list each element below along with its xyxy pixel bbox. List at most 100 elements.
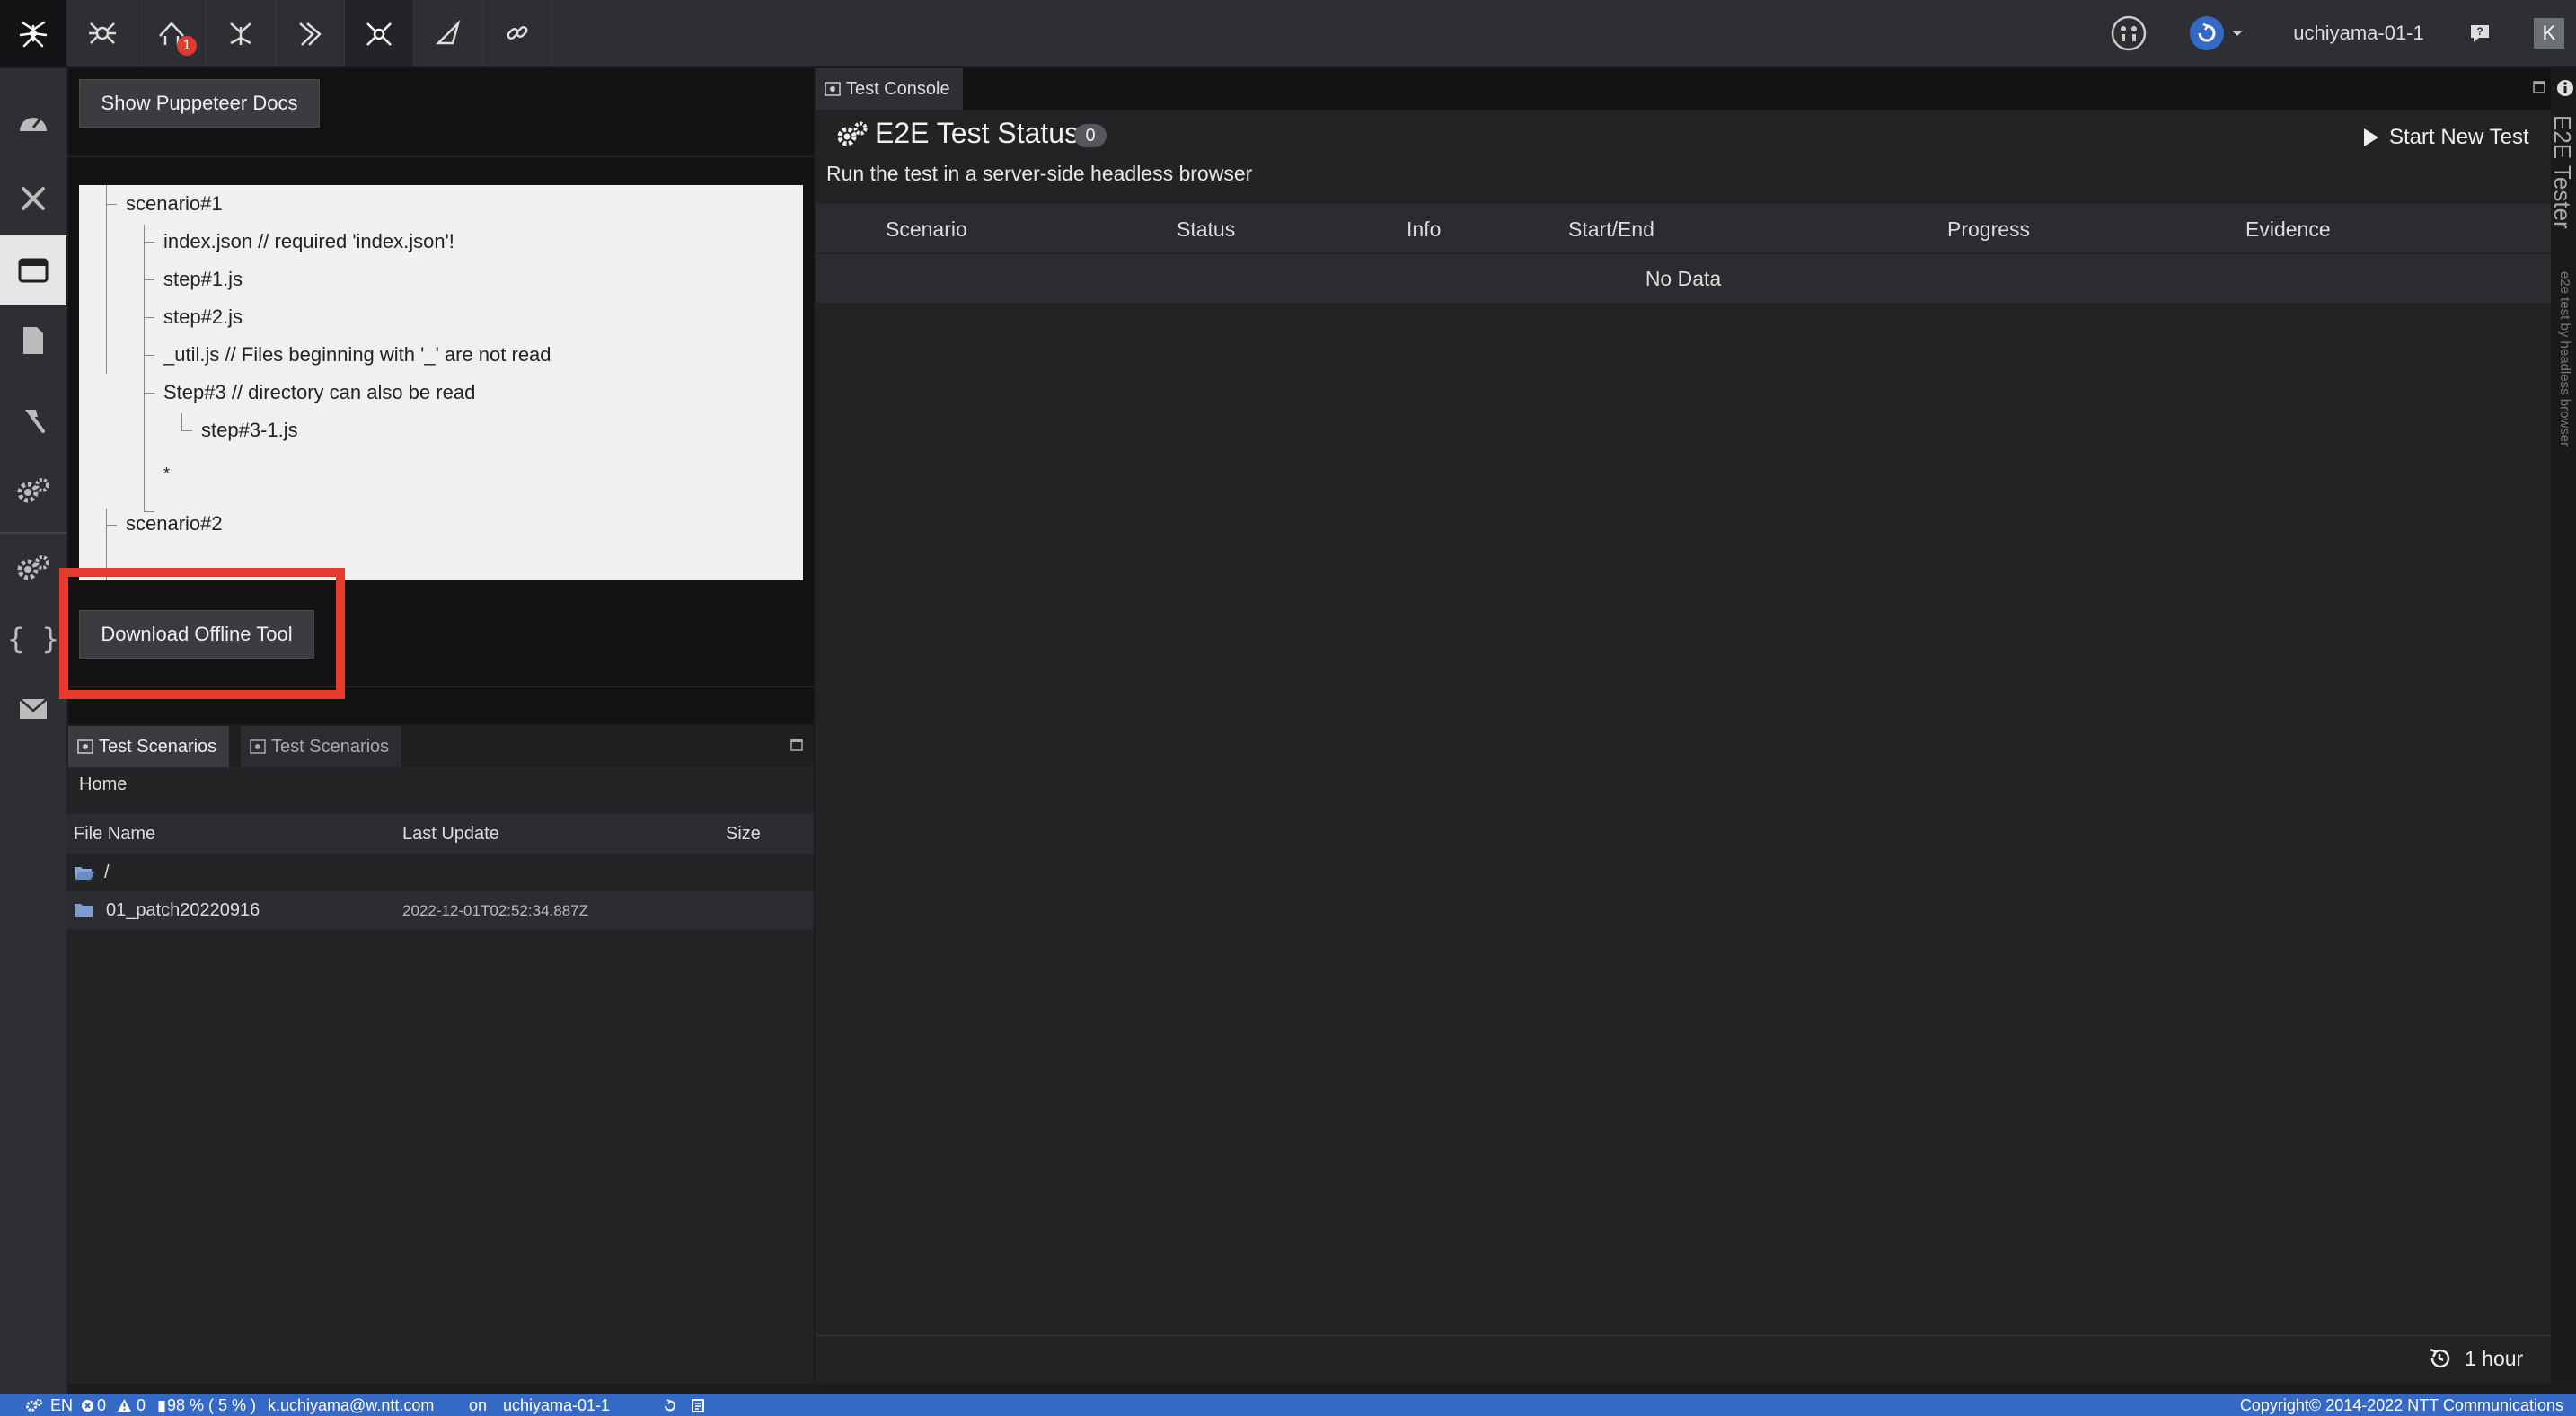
tab-label: Test Console [846,78,950,99]
tree-item-util: _util.js // Files beginning with '_' are… [163,343,551,366]
show-puppeteer-docs-button[interactable]: Show Puppeteer Docs [79,79,320,128]
folder-open-icon [75,867,94,880]
divider [68,156,814,157]
column-status[interactable]: Status [1177,217,1235,242]
file-row-patch[interactable]: 01_patch20220916 2022-12-01T02:52:34.887… [66,891,814,929]
tab-label: Test Scenarios [271,736,390,757]
tree-item-wildcard: * [163,465,171,482]
panel-icon [250,739,266,754]
file-name: / [104,863,110,882]
error-count[interactable]: 0 [97,1396,106,1415]
tool-spider-active-icon[interactable] [345,0,414,66]
tool-bug-icon[interactable] [207,0,276,66]
column-start-end[interactable]: Start/End [1568,217,1654,242]
console-subtitle: Run the test in a server-side headless b… [826,162,1253,185]
column-info[interactable]: Info [1407,217,1441,242]
folder-icon [75,904,93,917]
file-row-root[interactable]: / [66,854,814,891]
svg-text:?: ? [2476,25,2483,38]
host-name[interactable]: uchiyama-01-1 [503,1396,610,1415]
tab-label: Test Scenarios [99,736,217,757]
side-strip-subtitle: e2e test by headless browser [2557,271,2572,447]
tools-icon[interactable] [0,164,66,234]
file-table-header: File Name Last Update Size [66,814,814,854]
admin-gears-icon[interactable] [0,534,66,604]
side-strip-title: E2E Tester [2553,115,2576,229]
tree-item-scenario-1: scenario#1 [126,192,223,215]
column-progress[interactable]: Progress [1947,217,2030,242]
maximize-icon[interactable] [2533,81,2545,93]
tab-test-scenarios[interactable]: Test Scenarios [68,726,230,767]
user-email[interactable]: k.uchiyama@w.ntt.com [268,1396,434,1415]
refresh-interval-control[interactable]: 1 hour [2427,1342,2523,1375]
tool-launch-icon[interactable] [414,0,483,66]
maximize-icon[interactable] [790,739,803,751]
start-new-test-button[interactable]: Start New Test [2362,122,2529,153]
info-icon[interactable] [2556,79,2574,97]
on-label: on [469,1396,488,1414]
play-icon [2364,128,2378,146]
chevron-down-icon [2232,31,2243,36]
test-console-panel: Test Console E2E Test Status 0 Start New… [816,68,2551,1384]
username-label[interactable]: uchiyama-01-1 [2278,0,2439,66]
sync-status-dropdown[interactable] [2184,0,2247,66]
warning-count[interactable]: 0 [137,1396,146,1415]
breadcrumb[interactable]: Home [79,774,127,795]
code-braces-icon[interactable]: { } [0,604,66,674]
top-bar: 1 uchiyama-01-1 ? K [0,0,2576,68]
error-icon [82,1400,93,1412]
refresh-interval-label: 1 hour [2465,1346,2524,1370]
panel-icon [77,739,93,754]
column-scenario[interactable]: Scenario [886,217,967,242]
file-browser: Home File Name Last Update Size / 01_pat… [66,767,814,1384]
tab-test-console[interactable]: Test Console [816,68,963,110]
help-icon[interactable]: ? [2457,0,2502,66]
column-file-name[interactable]: File Name [74,824,155,845]
tree-item-index-json: index.json // required 'index.json'! [163,230,454,252]
divider [816,1335,2551,1336]
tree-item-scenario-2: scenario#2 [126,512,223,535]
notes-icon[interactable] [692,1399,704,1412]
console-title: E2E Test Status [875,117,1080,149]
settings-icon[interactable] [25,1399,43,1412]
network-icon[interactable] [2102,0,2156,66]
refresh-icon[interactable] [663,1399,676,1412]
battery-icon [158,1401,165,1412]
column-size[interactable]: Size [726,824,761,845]
tab-test-scenarios-2[interactable]: Test Scenarios [241,726,402,767]
tree-item-step-3: Step#3 // directory can also be read [163,381,476,403]
hammer-icon[interactable] [0,385,66,455]
settings-gears-icon[interactable] [0,456,66,527]
status-table-header: Scenario Status Info Start/End Progress … [816,203,2551,254]
gears-icon [837,121,868,146]
browser-window-icon[interactable] [0,235,66,305]
status-bar: EN 0 0 98 % ( 5 % ) k.uchiyama@w.ntt.com… [0,1394,2576,1416]
file-last-update: 2022-12-01T02:52:34.887Z [402,902,588,919]
tool-notify-icon[interactable]: 1 [137,0,207,66]
language-indicator[interactable]: EN [50,1396,73,1415]
file-name: 01_patch20220916 [106,900,260,920]
dashboard-icon[interactable] [0,86,66,156]
console-tabbar: Test Console [816,68,2551,110]
notification-badge: 1 [177,36,197,56]
tree-item-step-1: step#1.js [163,268,243,290]
side-info-strip: E2E Tester e2e test by headless browser [2553,68,2576,1384]
link-icon[interactable] [483,0,552,66]
file-icon[interactable] [0,305,66,376]
highlight-box [59,568,345,699]
warning-icon [118,1399,131,1412]
column-last-update[interactable]: Last Update [402,824,499,845]
history-icon [2430,1348,2450,1368]
column-evidence[interactable]: Evidence [2245,217,2331,242]
tool-spider-icon[interactable] [68,0,137,66]
mail-icon[interactable] [0,674,66,744]
tree-item-step-2: step#2.js [163,305,243,328]
avatar[interactable]: K [2522,0,2576,66]
test-scenarios-tabbar: Test Scenarios Test Scenarios [66,726,814,767]
tool-claw-icon[interactable] [276,0,345,66]
sync-icon [2190,16,2224,50]
scenario-structure-tree: scenario#1 index.json // required 'index… [79,185,803,580]
app-logo[interactable] [0,0,66,66]
panel-icon [825,82,841,96]
start-new-test-label: Start New Test [2389,125,2529,149]
